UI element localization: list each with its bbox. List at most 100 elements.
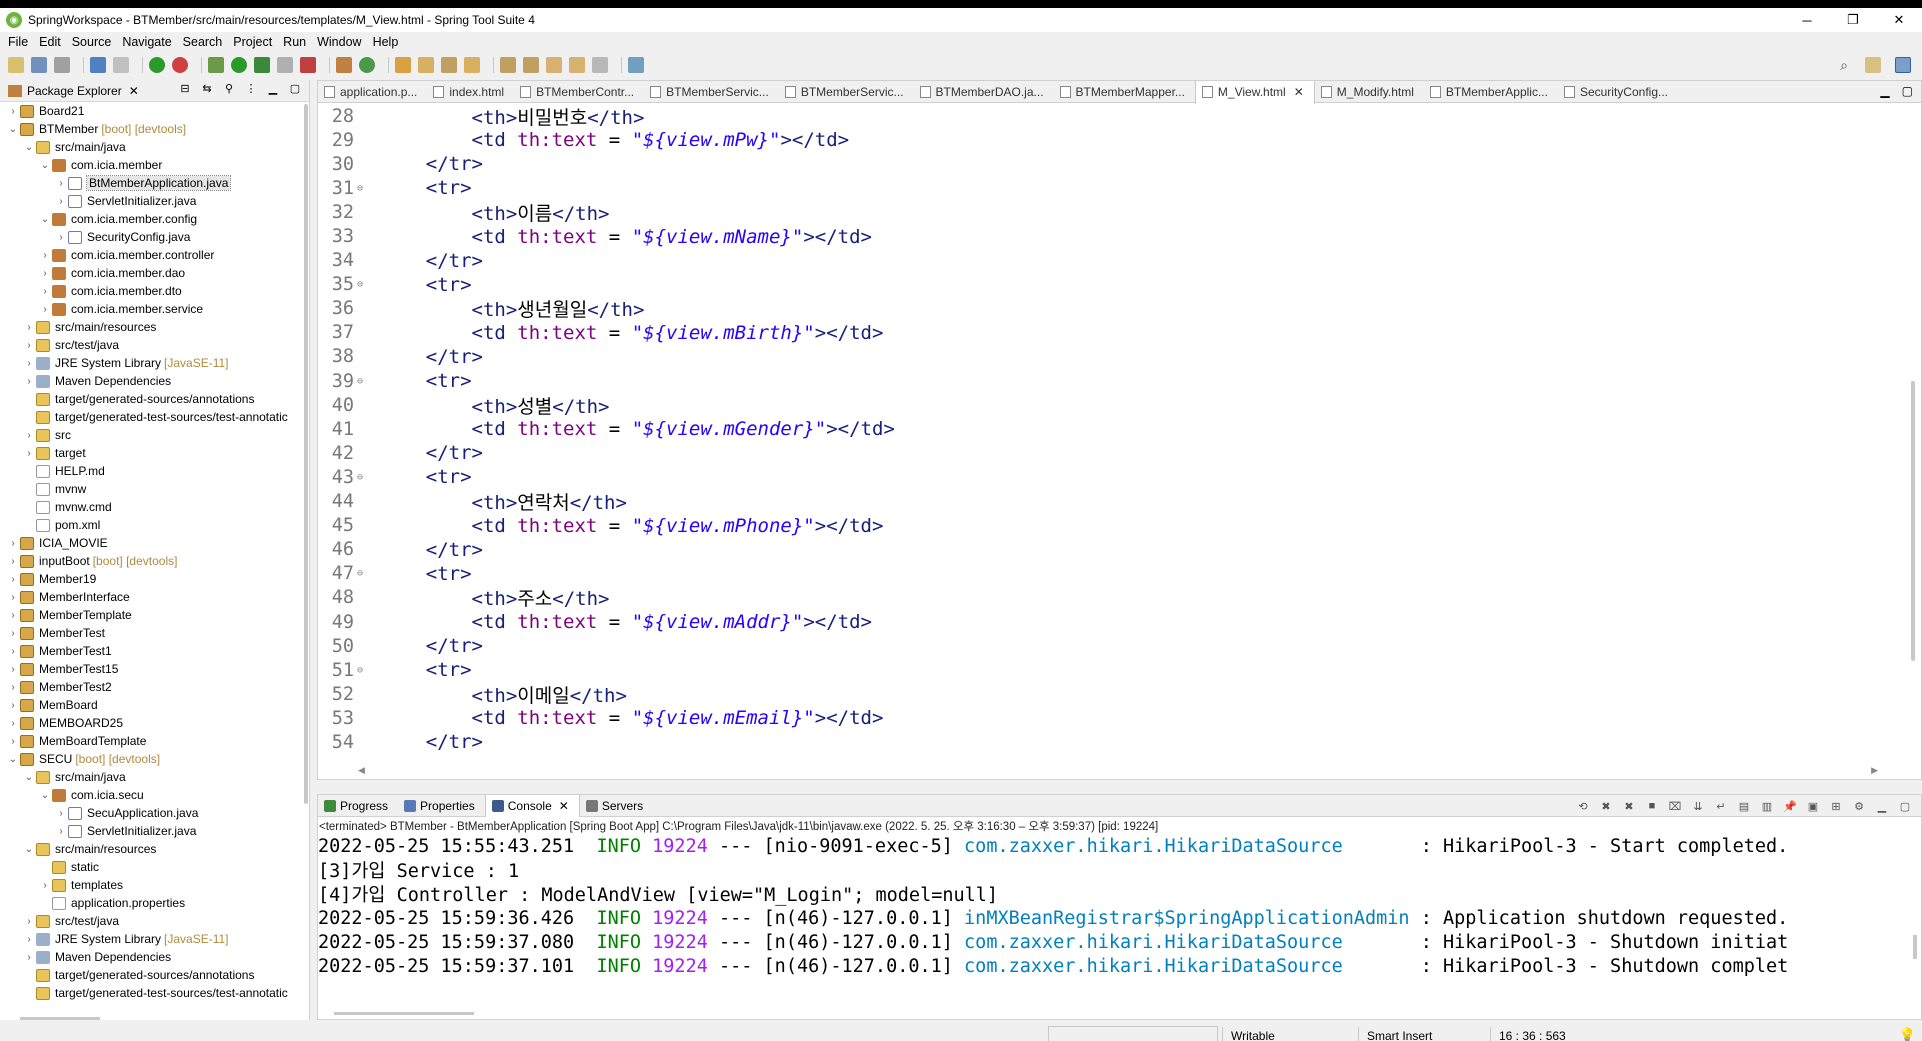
- display-console-icon[interactable]: ▣: [1805, 798, 1821, 814]
- next-annotation-icon[interactable]: [500, 57, 516, 73]
- menu-project[interactable]: Project: [233, 35, 272, 49]
- new-java-class-icon[interactable]: [359, 57, 375, 73]
- expanded-chevron-icon[interactable]: ⌄: [38, 214, 52, 225]
- editor-tab[interactable]: BTMemberDAO.ja...: [914, 81, 1054, 103]
- tree-item[interactable]: mvnw: [0, 480, 300, 498]
- package-explorer-title[interactable]: Package Explorer: [27, 84, 122, 98]
- code-line[interactable]: 40 <th>성별</th>: [318, 393, 1918, 418]
- collapsed-chevron-icon[interactable]: ›: [22, 952, 36, 963]
- tree-item[interactable]: target/generated-sources/annotations: [0, 966, 300, 984]
- tree-item[interactable]: › com.icia.member.dto: [0, 282, 300, 300]
- editor-hscrollbar[interactable]: ◀ ▶: [358, 763, 1878, 777]
- collapsed-chevron-icon[interactable]: ›: [6, 538, 20, 549]
- close-tab-icon[interactable]: ✕: [1294, 85, 1304, 99]
- collapsed-chevron-icon[interactable]: ›: [38, 250, 52, 261]
- collapsed-chevron-icon[interactable]: ›: [6, 628, 20, 639]
- editor-tab[interactable]: index.html: [427, 81, 514, 103]
- terminate-console-icon[interactable]: ■: [1644, 798, 1660, 814]
- tree-item[interactable]: › MemberTemplate: [0, 606, 300, 624]
- collapsed-chevron-icon[interactable]: ›: [54, 808, 68, 819]
- collapsed-chevron-icon[interactable]: ›: [6, 556, 20, 567]
- collapsed-chevron-icon[interactable]: ›: [22, 340, 36, 351]
- close-button[interactable]: ✕: [1876, 8, 1922, 32]
- code-line[interactable]: 29 <td th:text = "${view.mPw}"></td>: [318, 128, 1918, 152]
- collapsed-chevron-icon[interactable]: ›: [6, 736, 20, 747]
- code-line[interactable]: 50 </tr>: [318, 634, 1918, 658]
- spring-relaunch-icon[interactable]: [172, 57, 188, 73]
- code-line[interactable]: 46 </tr>: [318, 538, 1918, 562]
- tree-item[interactable]: › MemberTest: [0, 624, 300, 642]
- open-task-icon[interactable]: [418, 57, 434, 73]
- tree-item[interactable]: HELP.md: [0, 462, 300, 480]
- menu-run[interactable]: Run: [283, 35, 306, 49]
- search-icon[interactable]: ⌕: [1840, 57, 1848, 74]
- tab-progress[interactable]: Progress: [318, 795, 398, 817]
- editor-tab[interactable]: application.p...: [318, 81, 427, 103]
- tree-item[interactable]: static: [0, 858, 300, 876]
- tab-servers[interactable]: Servers: [580, 795, 653, 817]
- tree-item[interactable]: › SecurityConfig.java: [0, 228, 300, 246]
- filter-icon[interactable]: ⚲: [221, 82, 237, 98]
- editor-tab[interactable]: SecurityConfig...: [1558, 81, 1678, 103]
- expanded-chevron-icon[interactable]: ⌄: [6, 754, 20, 765]
- run-external-icon[interactable]: [254, 57, 270, 73]
- tree-item[interactable]: mvnw.cmd: [0, 498, 300, 516]
- tree-item[interactable]: › MemBoardTemplate: [0, 732, 300, 750]
- fold-toggle-icon[interactable]: ⊖: [354, 279, 366, 290]
- console-icon[interactable]: [90, 57, 106, 73]
- tree-item[interactable]: target/generated-test-sources/test-annot…: [0, 984, 300, 1002]
- status-insert-mode[interactable]: Smart Insert: [1358, 1027, 1490, 1041]
- collapsed-chevron-icon[interactable]: ›: [6, 646, 20, 657]
- tree-item[interactable]: › ServletInitializer.java: [0, 192, 300, 210]
- menu-file[interactable]: File: [8, 35, 28, 49]
- fold-toggle-icon[interactable]: ⊖: [354, 568, 366, 579]
- boot-dashboard-icon[interactable]: [149, 57, 165, 73]
- collapsed-chevron-icon[interactable]: ›: [6, 700, 20, 711]
- editor-tab[interactable]: BTMemberMapper...: [1054, 81, 1195, 103]
- tree-item[interactable]: › src/test/java: [0, 336, 300, 354]
- code-line[interactable]: 44 <th>연락처</th>: [318, 490, 1918, 514]
- collapsed-chevron-icon[interactable]: ›: [6, 106, 20, 117]
- tree-item[interactable]: › src/test/java: [0, 912, 300, 930]
- collapsed-chevron-icon[interactable]: ›: [38, 268, 52, 279]
- editor-tab[interactable]: BTMemberApplic...: [1424, 81, 1558, 103]
- tree-scrollbar[interactable]: [303, 104, 309, 804]
- collapsed-chevron-icon[interactable]: ›: [22, 376, 36, 387]
- previous-annotation-icon[interactable]: [523, 57, 539, 73]
- stop-icon[interactable]: [277, 57, 293, 73]
- minimize-view-icon[interactable]: ▁: [265, 82, 281, 98]
- show-on-stderr-icon[interactable]: ▥: [1759, 798, 1775, 814]
- remove-all-terminated-icon[interactable]: ✖: [1621, 798, 1637, 814]
- collapsed-chevron-icon[interactable]: ›: [6, 682, 20, 693]
- save-icon[interactable]: [31, 57, 47, 73]
- tree-item[interactable]: › src: [0, 426, 300, 444]
- close-view-icon[interactable]: ✕: [129, 84, 139, 98]
- tree-item[interactable]: › BtMemberApplication.java: [0, 174, 300, 192]
- scroll-right-icon[interactable]: ▶: [1871, 765, 1878, 776]
- tree-item[interactable]: application.properties: [0, 894, 300, 912]
- code-line[interactable]: 33 <td th:text = "${view.mName}"></td>: [318, 224, 1918, 248]
- clear-console-icon[interactable]: ⌧: [1667, 798, 1683, 814]
- editor-vscrollbar[interactable]: [1911, 381, 1915, 661]
- tree-item[interactable]: › Maven Dependencies: [0, 948, 300, 966]
- code-line[interactable]: 34 </tr>: [318, 249, 1918, 273]
- collapsed-chevron-icon[interactable]: ›: [6, 664, 20, 675]
- code-line[interactable]: 52 <th>이메일</th>: [318, 682, 1918, 707]
- code-line[interactable]: 36 <th>생년월일</th>: [318, 297, 1918, 321]
- tree-item[interactable]: › target: [0, 444, 300, 462]
- tree-item[interactable]: › JRE System Library [JavaSE-11]: [0, 930, 300, 948]
- maximize-view-icon[interactable]: ▢: [287, 82, 303, 98]
- expanded-chevron-icon[interactable]: ⌄: [22, 844, 36, 855]
- code-line[interactable]: 53 <td th:text = "${view.mEmail}"></td>: [318, 706, 1918, 730]
- collapsed-chevron-icon[interactable]: ›: [6, 718, 20, 729]
- tree-item[interactable]: ⌄ src/main/java: [0, 768, 300, 786]
- remove-terminated-icon[interactable]: ✖: [1598, 798, 1614, 814]
- collapsed-chevron-icon[interactable]: ›: [22, 430, 36, 441]
- tree-item[interactable]: › MemberInterface: [0, 588, 300, 606]
- word-wrap-icon[interactable]: ↵: [1713, 798, 1729, 814]
- expanded-chevron-icon[interactable]: ⌄: [6, 124, 20, 135]
- code-view[interactable]: 28 <th>비밀번호</th> 29 <td th:text = "${view…: [318, 104, 1918, 759]
- remove-launch-icon[interactable]: ⟲: [1575, 798, 1591, 814]
- fold-toggle-icon[interactable]: ⊖: [354, 472, 366, 483]
- tree-item[interactable]: › Board21: [0, 102, 300, 120]
